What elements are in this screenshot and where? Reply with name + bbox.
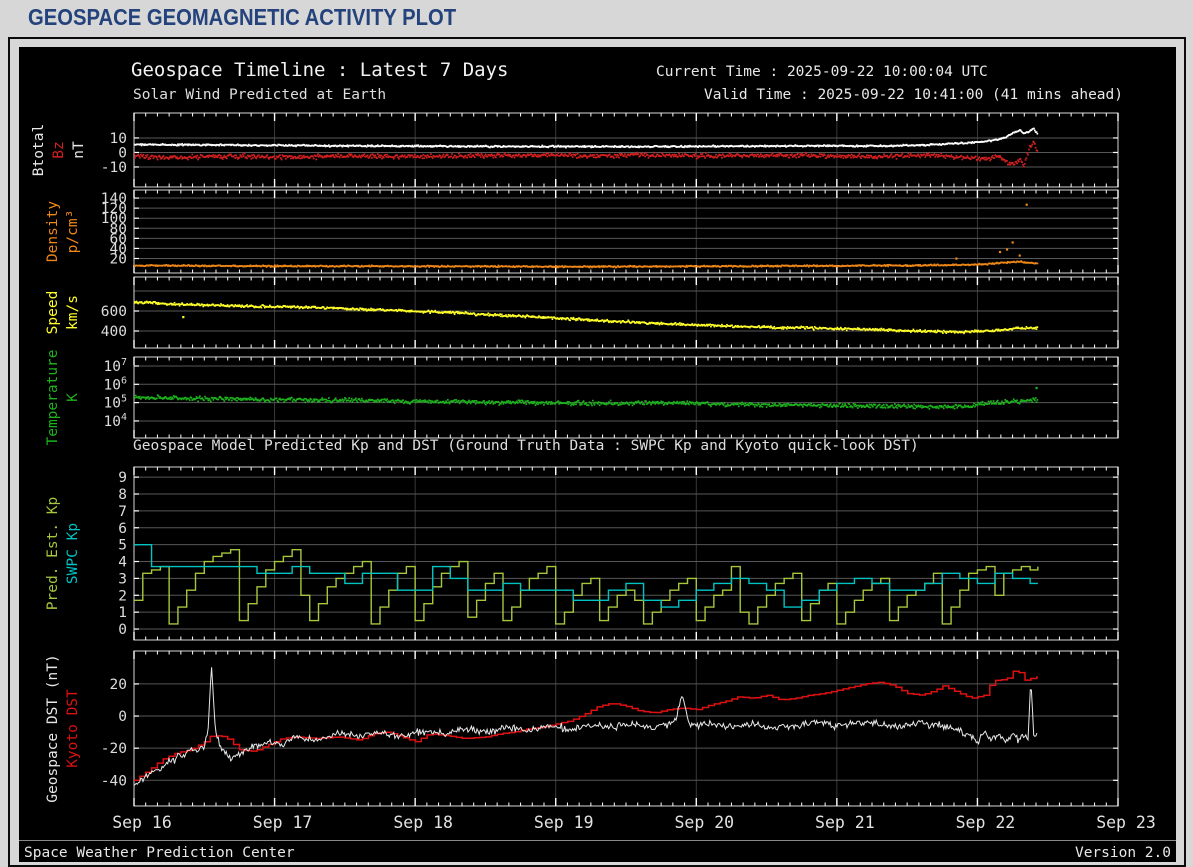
panel-mag: 100-10Btotal Bz nT [31,112,1119,188]
page-title: GEOSPACE GEOMAGNETIC ACTIVITY PLOT [28,3,457,30]
x-axis-label: Sep 20 [674,813,734,832]
ytick-label: -10 [101,160,127,176]
ytick-label: 5 [118,538,127,554]
ytick-label: -40 [101,773,127,789]
footer-divider [19,840,1176,841]
ytick-label: 9 [118,470,127,486]
ylabel-speed-0: Speed [45,291,61,335]
panel-kp: 9876543210 Pred. Est. Kp SWPC Kp [45,466,1119,641]
plot-frame: Geospace Timeline : Latest 7 Days Curren… [8,37,1186,867]
x-axis-label: Sep 22 [956,813,1016,832]
ytick-label: 2 [118,588,127,604]
ytick-label: 20 [110,251,127,267]
x-axis-label: Sep 19 [534,813,594,832]
ytick-label: 106 [104,375,128,393]
footer-credit: Space Weather Prediction Center [24,845,295,861]
header-bar: GEOSPACE GEOMAGNETIC ACTIVITY PLOT [0,0,1193,34]
ytick-label: 600 [101,304,127,320]
ytick-label: 7 [118,504,127,520]
ylabel-mag-2: nT [71,141,87,159]
ylabel-density-1: p/cm³ [65,210,81,254]
panel-dst: 20 0 -20 -40 Geospace DST (nT) Kyoto DST [45,650,1119,807]
x-axis-label: Sep 18 [393,813,453,832]
ylabel-mag-1: Bz [51,141,67,158]
ylabel-density-0: Density [45,201,61,262]
ytick-label: 105 [104,394,128,412]
series-swpc-kp [134,543,1038,608]
ylabel-temp-0: Temperature [45,349,61,445]
x-axis-label: Sep 17 [253,813,313,832]
panel-temp: 107106105104 Temperature K [45,349,1119,446]
ylabel-kp-1: SWPC Kp [65,523,81,584]
ylabel-speed-1: km/s [65,295,81,330]
ytick-label: 400 [101,324,127,340]
series-temperature [134,386,1039,410]
plot-canvas: Geospace Timeline : Latest 7 Days Curren… [19,47,1176,862]
ytick-label: -20 [101,741,127,757]
ytick-label: 107 [104,357,128,375]
ytick-label: 8 [118,487,127,503]
panel-density: 14012010080604020Density p/cm³ [45,189,1119,274]
x-axis-label: Sep 23 [1096,813,1156,832]
x-axis-labels: Sep 16 Sep 17 Sep 18 Sep 19 Sep 20 Sep 21 Sep … [112,813,1156,832]
ylabel-temp-1: K [65,393,81,402]
ytick-label: 0 [118,622,127,638]
ylabel-dst-0: Geospace DST (nT) [45,654,61,802]
series-pred-est-kp [134,549,1039,625]
chart-area: 10 0 -10 Btotal Bz nT 140 120 100 80 60 40 20 Density… [19,47,1176,862]
x-axis-label: Sep 16 [112,813,172,832]
ylabel-mag-0: Btotal [31,124,47,176]
ylabel-kp-0: Pred. Est. Kp [45,497,61,611]
panel-speed: 600 400 Speed km/s [45,276,1119,349]
timeline-chart-svg: 100-10Btotal Bz nT14012010080604020Density… [31,112,1156,832]
ytick-label: 104 [104,412,128,430]
ytick-label: 6 [118,521,127,537]
series-geospace-dst [134,667,1038,786]
ytick-label: 3 [118,571,127,587]
ylabel-dst-1: Kyoto DST [65,689,81,768]
ytick-label: 4 [118,555,127,571]
series-speed [134,300,1039,335]
ytick-label: 20 [110,677,127,693]
x-axis-label: Sep 21 [815,813,875,832]
ytick-label: 0 [118,709,127,725]
footer-version: Version 2.0 [1074,845,1171,861]
ytick-label: 1 [118,605,127,621]
